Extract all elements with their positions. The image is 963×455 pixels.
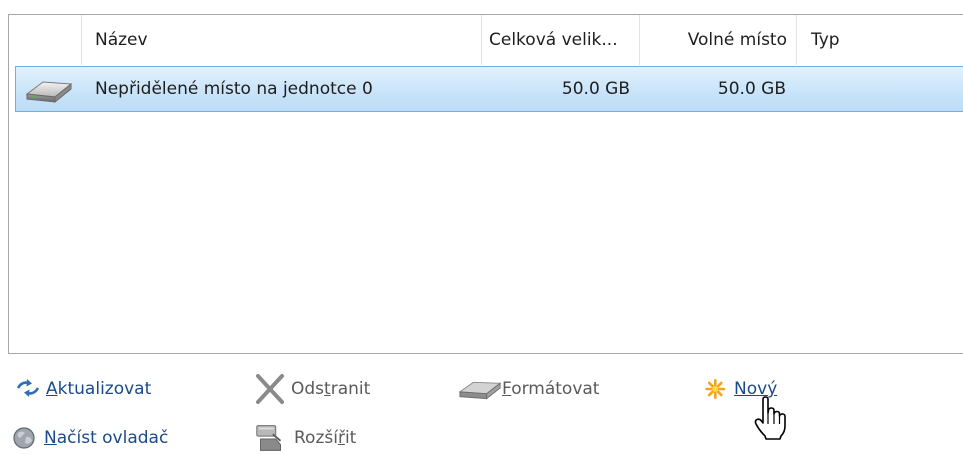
- row-name: Nepřidělené místo na jednotce 0: [95, 79, 373, 99]
- refresh-icon: [16, 379, 40, 397]
- column-header-type[interactable]: Typ: [811, 15, 931, 65]
- refresh-link[interactable]: Aktualizovat: [14, 372, 184, 406]
- format-button[interactable]: Formátovat: [458, 372, 628, 406]
- refresh-label: Aktualizovat: [46, 379, 152, 399]
- new-sparkle-icon: [705, 379, 726, 399]
- row-type: [811, 67, 931, 111]
- column-separator[interactable]: [81, 15, 82, 65]
- hand-cursor-icon: [754, 396, 786, 440]
- load-driver-icon: [13, 427, 35, 449]
- column-separator[interactable]: [481, 15, 482, 65]
- table-row[interactable]: Nepřidělené místo na jednotce 0 50.0 GB …: [15, 66, 963, 112]
- extend-disk-icon: [256, 425, 282, 451]
- column-header-name[interactable]: Název: [95, 15, 475, 65]
- format-disk-icon: [458, 381, 502, 400]
- column-separator[interactable]: [796, 15, 797, 65]
- row-free-space: 50.0 GB: [717, 79, 786, 99]
- column-header-free-space[interactable]: Volné místo: [639, 15, 787, 65]
- load-driver-label: Načíst ovladač: [44, 428, 169, 448]
- delete-x-icon: [256, 374, 284, 404]
- load-driver-link[interactable]: Načíst ovladač: [12, 421, 202, 455]
- list-header: Název Celková velik... Volné místo Typ: [9, 15, 963, 65]
- extend-label: Rozšířit: [294, 428, 357, 448]
- column-header-total-size[interactable]: Celková velik...: [489, 15, 631, 65]
- delete-label: Odstranit: [291, 379, 371, 399]
- row-total-size: 50.0 GB: [561, 79, 630, 99]
- delete-button[interactable]: Odstranit: [252, 372, 392, 406]
- hard-drive-icon: [25, 81, 73, 104]
- extend-button[interactable]: Rozšířit: [252, 421, 382, 455]
- format-label: Formátovat: [502, 379, 600, 399]
- partition-list[interactable]: Název Celková velik... Volné místo Typ N…: [8, 14, 963, 354]
